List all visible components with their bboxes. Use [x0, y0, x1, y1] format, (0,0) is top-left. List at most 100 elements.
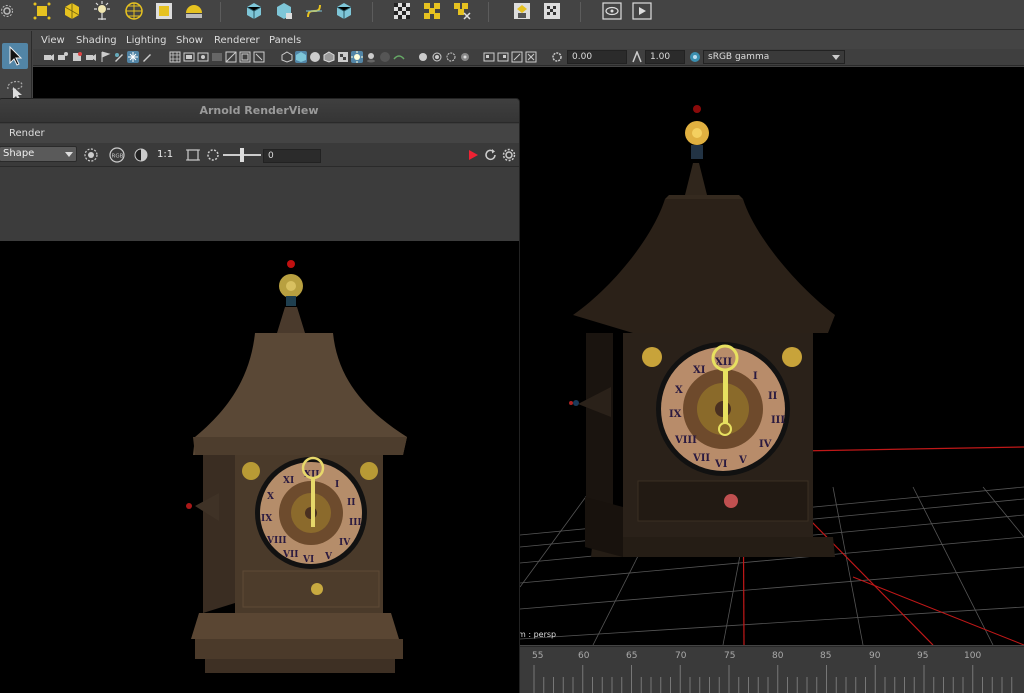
curve-collector-icon[interactable] [304, 1, 324, 21]
skydome-light-icon[interactable] [92, 1, 112, 21]
isolate-select-icon[interactable] [417, 51, 429, 63]
motion-blur-icon[interactable] [393, 51, 405, 63]
zoom-one-to-one[interactable]: 1:1 [157, 149, 173, 160]
exposure-slider-handle[interactable] [240, 148, 244, 162]
menu-shading[interactable]: Shading [76, 35, 117, 46]
refresh-icon[interactable] [483, 147, 499, 163]
exposure-icon[interactable] [205, 147, 221, 163]
gear-icon[interactable] [0, 4, 14, 18]
menu-render[interactable]: Render [9, 128, 45, 139]
aov-select-value: Shape [3, 148, 35, 159]
field-chart-icon[interactable] [225, 51, 237, 63]
hud-icon[interactable] [483, 51, 495, 63]
bookmark-icon[interactable] [71, 51, 83, 63]
arnold-renderview-window: Arnold RenderView Render Shape RGB 1:1 0 [0, 98, 520, 693]
shadows-icon[interactable] [365, 51, 377, 63]
rgb-channel-icon[interactable]: RGB [109, 147, 125, 163]
menu-renderer[interactable]: Renderer [214, 35, 260, 46]
render-canvas[interactable]: XII I II III IV V VI VII VIII IX X XI [0, 241, 519, 693]
svg-text:IV: IV [339, 538, 351, 548]
exposure-icon[interactable] [551, 51, 563, 63]
area-light-icon[interactable] [32, 1, 52, 21]
textured-icon[interactable] [337, 51, 349, 63]
frame-tick-label: 55 [532, 651, 544, 661]
shelf-bar [0, 0, 1024, 30]
exposure-field[interactable]: 0.00 [567, 50, 627, 64]
physical-sky-icon[interactable] [184, 1, 204, 21]
grid-icon[interactable] [169, 51, 181, 63]
wireframe-on-shaded-icon[interactable] [323, 51, 335, 63]
frame-tick-label: 70 [675, 651, 687, 661]
svg-text:I: I [335, 480, 339, 490]
select-tool-icon[interactable] [2, 43, 28, 69]
camera-select-icon[interactable] [43, 51, 55, 63]
xray-active-icon[interactable] [445, 51, 457, 63]
wireframe-icon[interactable] [281, 51, 293, 63]
color-correction-icon[interactable] [133, 147, 149, 163]
svg-text:VII: VII [692, 453, 710, 464]
svg-text:III: III [349, 518, 362, 528]
grease-pencil-icon[interactable] [511, 51, 523, 63]
mesh-light-icon[interactable] [62, 1, 82, 21]
xray-icon[interactable] [431, 51, 443, 63]
gamma-field[interactable]: 1.00 [645, 50, 685, 64]
crop-region-icon[interactable] [83, 147, 99, 163]
export-standin-icon[interactable] [274, 1, 294, 21]
svg-text:VII: VII [282, 550, 298, 560]
renderview-toolbar: Shape RGB 1:1 0 [0, 143, 519, 167]
fit-frame-icon[interactable] [525, 51, 537, 63]
film-gate-icon[interactable] [183, 51, 195, 63]
color-management-icon[interactable] [689, 51, 701, 63]
smooth-shade-icon[interactable] [295, 51, 307, 63]
gate-mask-icon[interactable] [211, 51, 223, 63]
grid-toggle-icon[interactable] [127, 51, 139, 63]
flat-shader-icon[interactable] [422, 1, 442, 21]
aov-select[interactable]: Shape [0, 146, 77, 162]
photometric-light-icon[interactable] [124, 1, 144, 21]
volume-icon[interactable] [334, 1, 354, 21]
frame-icon[interactable] [185, 147, 201, 163]
ipr-eye-icon[interactable] [602, 1, 622, 21]
svg-text:IX: IX [669, 409, 682, 420]
xray-joints-icon[interactable] [459, 51, 471, 63]
pen-icon[interactable] [113, 51, 125, 63]
camera-attributes-icon[interactable] [57, 51, 69, 63]
menu-show[interactable]: Show [176, 35, 203, 46]
frame-tick-label: 60 [578, 651, 590, 661]
colorspace-select[interactable]: sRGB gamma [703, 50, 845, 64]
renderview-title[interactable]: Arnold RenderView [0, 99, 519, 123]
svg-text:II: II [768, 391, 778, 402]
resolution-gate-icon[interactable] [197, 51, 209, 63]
render-play-icon[interactable] [632, 1, 652, 21]
safe-action-icon[interactable] [239, 51, 251, 63]
texture-icon[interactable] [542, 1, 562, 21]
use-all-lights-icon[interactable] [351, 51, 363, 63]
flag-icon[interactable] [99, 51, 111, 63]
viewport-menu-bar: View Shading Lighting Show Renderer Pane… [33, 32, 1024, 49]
gear-icon[interactable] [501, 147, 517, 163]
menu-lighting[interactable]: Lighting [126, 35, 166, 46]
default-material-icon[interactable] [309, 51, 321, 63]
ambient-occlusion-icon[interactable] [379, 51, 391, 63]
svg-text:XI: XI [283, 476, 294, 486]
pencil-icon[interactable] [141, 51, 153, 63]
renderview-info-area [0, 168, 519, 241]
exposure-value-field[interactable]: 0 [263, 149, 321, 163]
remove-shader-icon[interactable] [452, 1, 472, 21]
svg-text:IV: IV [759, 439, 772, 450]
backface-icon[interactable] [497, 51, 509, 63]
frame-tick-label: 65 [626, 651, 638, 661]
menu-view[interactable]: View [41, 35, 65, 46]
svg-text:X: X [675, 385, 683, 396]
image-plane-icon[interactable] [85, 51, 97, 63]
menu-panels[interactable]: Panels [269, 35, 301, 46]
standin-icon[interactable] [244, 1, 264, 21]
light-portal-icon[interactable] [154, 1, 174, 21]
time-slider[interactable]: 55 60 65 70 75 80 85 90 95 100 [520, 646, 1024, 693]
checker-shader-icon[interactable] [392, 1, 412, 21]
safe-title-icon[interactable] [253, 51, 265, 63]
render-play-icon[interactable] [465, 147, 481, 163]
light-filter-icon[interactable] [512, 1, 532, 21]
frame-tick-label: 75 [724, 651, 736, 661]
gamma-icon[interactable] [631, 49, 643, 63]
